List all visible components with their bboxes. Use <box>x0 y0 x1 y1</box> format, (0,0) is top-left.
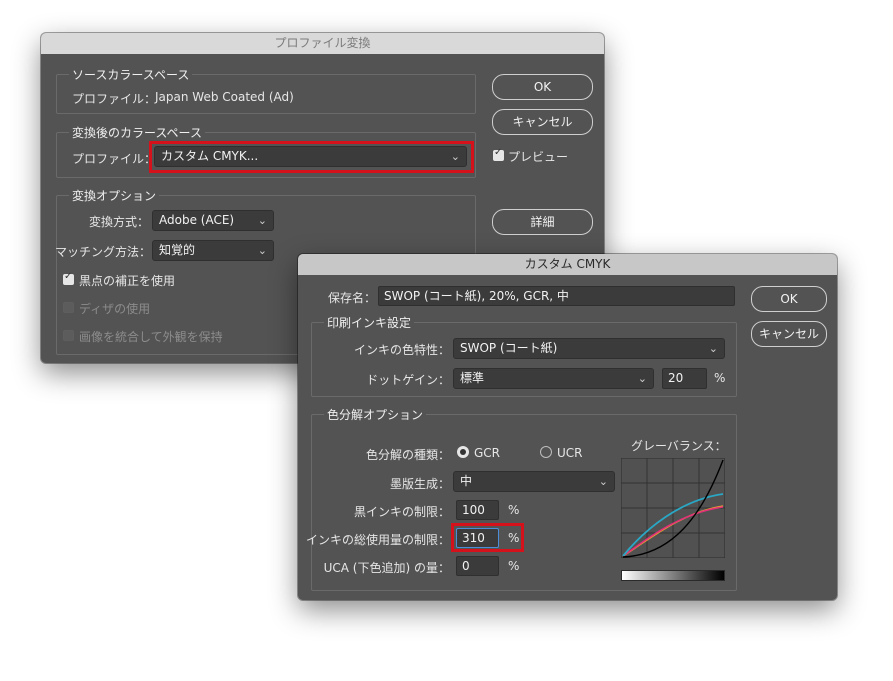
gcr-label: GCR <box>474 446 501 460</box>
dither-label: ディザの使用 <box>79 302 151 316</box>
ok-button[interactable]: OK <box>751 286 827 312</box>
flatten-label: 画像を統合して外観を保持 <box>79 330 223 344</box>
advanced-button[interactable]: 詳細 <box>492 209 593 235</box>
uca-input[interactable]: 0 <box>456 556 499 576</box>
preview-checkbox[interactable] <box>493 147 504 161</box>
dest-space-legend: 変換後のカラースペース <box>69 124 205 141</box>
bpc-checkbox[interactable] <box>63 271 74 285</box>
black-limit-value: 100 <box>462 503 485 517</box>
source-profile-value: Japan Web Coated (Ad) <box>155 90 294 104</box>
ink-colors-label: インキの色特性： <box>353 343 450 357</box>
dot-gain-unit: % <box>714 371 726 385</box>
chevron-down-icon: ⌄ <box>637 372 647 385</box>
source-profile-label: プロファイル： <box>72 92 157 106</box>
name-value: SWOP (コート紙), 20%, GCR, 中 <box>384 289 569 303</box>
black-generation-label: 墨版生成： <box>389 477 450 491</box>
cancel-button[interactable]: キャンセル <box>751 321 827 347</box>
source-space-legend: ソースカラースペース <box>69 66 193 83</box>
bpc-label: 黒点の補正を使用 <box>79 274 176 288</box>
gray-ramp <box>621 570 725 581</box>
custom-cmyk-dialog: カスタム CMYK 保存名： SWOP (コート紙), 20%, GCR, 中 … <box>298 254 837 600</box>
ucr-label: UCR <box>557 446 583 460</box>
gcr-radio[interactable] <box>457 446 469 458</box>
ink-colors-value: SWOP (コート紙) <box>460 341 558 355</box>
preview-label: プレビュー <box>508 150 569 164</box>
engine-label: 変換方式： <box>88 215 149 229</box>
dialog-title: プロファイル変換 <box>274 36 371 50</box>
dot-gain-percent-value: 20 <box>668 371 684 385</box>
separation-options-legend: 色分解オプション <box>324 406 427 423</box>
ok-button[interactable]: OK <box>492 74 593 100</box>
uca-value: 0 <box>462 559 470 573</box>
dot-gain-select[interactable]: 標準 ⌄ <box>453 368 654 389</box>
engine-value: Adobe (ACE) <box>159 213 235 227</box>
ink-options-legend: 印刷インキ設定 <box>324 314 415 331</box>
engine-select[interactable]: Adobe (ACE) ⌄ <box>152 210 274 231</box>
dot-gain-label: ドットゲイン： <box>366 373 450 387</box>
gray-balance-graph <box>621 458 725 558</box>
dest-profile-label: プロファイル： <box>72 152 157 166</box>
intent-select[interactable]: 知覚的 ⌄ <box>152 240 274 261</box>
chevron-down-icon: ⌄ <box>257 244 267 257</box>
name-input[interactable]: SWOP (コート紙), 20%, GCR, 中 <box>378 286 735 306</box>
flatten-checkbox[interactable] <box>63 330 74 341</box>
dialog-titlebar[interactable]: カスタム CMYK <box>298 254 837 275</box>
options-legend: 変換オプション <box>69 187 160 204</box>
dest-profile-highlight <box>149 141 474 173</box>
name-label: 保存名： <box>327 291 376 305</box>
cancel-button[interactable]: キャンセル <box>492 109 593 135</box>
ucr-radio[interactable] <box>540 446 552 458</box>
black-limit-input[interactable]: 100 <box>456 500 499 520</box>
ink-colors-select[interactable]: SWOP (コート紙) ⌄ <box>453 338 725 359</box>
dialog-title: カスタム CMYK <box>524 257 611 271</box>
dialog-titlebar[interactable]: プロファイル変換 <box>41 33 604 54</box>
total-ink-limit-label: インキの総使用量の制限： <box>305 533 450 547</box>
dot-gain-percent-input[interactable]: 20 <box>662 368 707 389</box>
black-limit-unit: % <box>508 503 520 517</box>
chevron-down-icon: ⌄ <box>598 475 608 488</box>
uca-unit: % <box>508 559 520 573</box>
chevron-down-icon: ⌄ <box>708 342 718 355</box>
black-limit-label: 黒インキの制限： <box>353 505 450 519</box>
black-generation-select[interactable]: 中 ⌄ <box>453 471 615 492</box>
total-ink-limit-highlight <box>451 523 524 552</box>
dot-gain-value: 標準 <box>460 371 485 385</box>
intent-label: マッチング方法： <box>55 245 152 259</box>
intent-value: 知覚的 <box>159 243 196 257</box>
uca-label: UCA (下色追加) の量： <box>323 561 450 575</box>
dither-checkbox[interactable] <box>63 302 74 313</box>
black-generation-value: 中 <box>460 474 473 488</box>
separation-type-label: 色分解の種類： <box>365 448 450 462</box>
chevron-down-icon: ⌄ <box>257 214 267 227</box>
gray-balance-label: グレーバランス： <box>631 439 727 453</box>
